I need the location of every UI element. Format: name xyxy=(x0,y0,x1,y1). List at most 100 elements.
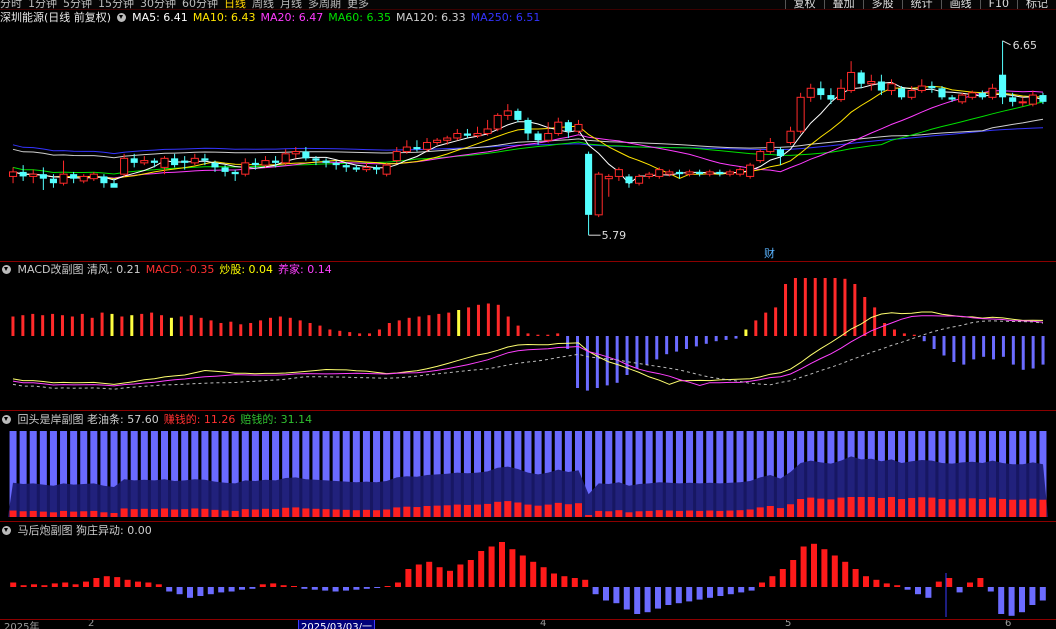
period-tab-6[interactable]: 日线 xyxy=(224,0,246,9)
mahou-bar xyxy=(644,587,651,613)
macd-bar xyxy=(447,312,451,336)
macd-bar xyxy=(160,315,164,336)
macd-bar xyxy=(387,323,391,336)
macd-bar xyxy=(625,336,629,375)
macd-bar xyxy=(41,315,45,336)
mahou-chart[interactable] xyxy=(0,539,1056,619)
mahou-bar xyxy=(863,576,869,587)
mahou-bar xyxy=(592,587,599,595)
mahou-bar xyxy=(1019,587,1025,613)
mahou-bar xyxy=(686,587,693,602)
huitou-legend-item: 赔钱的: 31.14 xyxy=(240,413,312,426)
candle-body xyxy=(473,132,482,137)
period-tab-7[interactable]: 周线 xyxy=(252,0,274,9)
candle-body xyxy=(776,149,784,157)
macd-bar xyxy=(784,284,788,336)
macd-bar xyxy=(833,278,837,336)
mahou-bar xyxy=(176,587,183,595)
candle-body xyxy=(110,183,118,188)
mahou-bar xyxy=(135,581,141,587)
candle-body xyxy=(928,86,936,89)
candle-body xyxy=(433,139,442,144)
huitou-panel-title[interactable]: 回头是岸副图 xyxy=(18,413,84,426)
mahou-bar xyxy=(842,561,849,587)
huitou-red-bar xyxy=(191,508,199,517)
macd-legend-item-value: -0.35 xyxy=(185,263,215,276)
mahou-bar xyxy=(811,543,817,587)
macd-bar xyxy=(952,336,956,362)
candlestick-chart[interactable]: 6.65 5.79 财 xyxy=(0,17,1056,261)
macd-bar xyxy=(962,336,966,365)
macd-bar xyxy=(70,316,74,336)
period-tab-10[interactable]: 更多 xyxy=(347,0,369,9)
mahou-bar xyxy=(675,587,682,604)
macd-panel-title[interactable]: MACD改副图 xyxy=(18,263,84,276)
macd-chart[interactable] xyxy=(0,278,1056,410)
macd-bar xyxy=(1031,336,1035,369)
macd-bar xyxy=(229,321,233,336)
macd-bar xyxy=(259,320,263,336)
period-tab-5[interactable]: 60分钟 xyxy=(182,0,218,9)
candle-body xyxy=(392,151,401,162)
macd-slow-line xyxy=(12,315,1044,387)
period-tab-2[interactable]: 5分钟 xyxy=(63,0,92,9)
candle-body xyxy=(988,87,997,98)
tool-button-1[interactable]: 叠加 xyxy=(823,0,863,9)
macd-bar xyxy=(189,315,193,336)
candle-body xyxy=(817,88,825,96)
candle-body xyxy=(49,178,57,184)
tool-button-4[interactable]: 画线 xyxy=(940,0,980,9)
macd-bar xyxy=(843,278,847,336)
mahou-bar xyxy=(790,560,797,587)
candle-body xyxy=(887,83,896,92)
candle-body xyxy=(716,171,724,175)
period-tab-9[interactable]: 多周期 xyxy=(308,0,341,9)
macd-bar xyxy=(576,336,580,388)
event-marker: 财 xyxy=(764,246,775,260)
huitou-red-bar xyxy=(746,509,754,517)
macd-bar xyxy=(120,316,124,336)
huitou-red-bar xyxy=(665,510,673,517)
huitou-chart[interactable] xyxy=(0,427,1056,521)
candle-body xyxy=(79,175,88,182)
dropdown-circle-icon[interactable] xyxy=(2,526,11,535)
period-tab-0[interactable]: 分时 xyxy=(0,0,22,9)
macd-bar xyxy=(308,323,312,336)
candle-body xyxy=(968,92,977,98)
period-tab-1[interactable]: 1分钟 xyxy=(28,0,57,9)
huitou-red-bar xyxy=(413,507,421,517)
huitou-red-bar xyxy=(342,509,350,517)
mahou-bar xyxy=(363,587,370,589)
huitou-red-bar xyxy=(544,504,552,517)
dropdown-circle-icon[interactable] xyxy=(2,415,11,424)
tool-button-5[interactable]: F10 xyxy=(979,0,1017,9)
candle-body xyxy=(211,162,219,168)
mahou-panel-title[interactable]: 马后炮副图 xyxy=(18,524,73,537)
mahou-bar xyxy=(551,573,557,587)
candle-body xyxy=(322,160,330,163)
tool-button-0[interactable]: 复权 xyxy=(784,0,824,9)
macd-bar xyxy=(179,316,183,336)
macd-legend-item: 炒股: 0.04 xyxy=(219,263,273,276)
huitou-panel-header: 回头是岸副图 老油条: 57.60 赚钱的: 11.26 赔钱的: 31.14 xyxy=(0,413,317,427)
mahou-bar xyxy=(249,587,256,589)
candle-body xyxy=(907,90,916,98)
tool-button-6[interactable]: 标记 xyxy=(1017,0,1056,9)
macd-bar xyxy=(645,336,649,365)
mahou-bar xyxy=(20,585,27,587)
macd-bar xyxy=(1021,336,1025,370)
mahou-bar xyxy=(114,577,121,587)
tool-button-2[interactable]: 多股 xyxy=(862,0,902,9)
mahou-bar xyxy=(395,582,401,587)
mahou-bar xyxy=(207,587,214,595)
period-tab-3[interactable]: 15分钟 xyxy=(98,0,134,9)
macd-bar xyxy=(684,336,688,349)
period-tab-4[interactable]: 30分钟 xyxy=(140,0,176,9)
period-tab-8[interactable]: 月线 xyxy=(280,0,302,9)
candle-body xyxy=(272,160,280,163)
dropdown-circle-icon[interactable] xyxy=(2,265,11,274)
huitou-red-bar xyxy=(554,502,562,517)
tool-button-3[interactable]: 统计 xyxy=(901,0,941,9)
huitou-red-bar xyxy=(474,504,482,517)
huitou-red-bar xyxy=(140,508,148,517)
